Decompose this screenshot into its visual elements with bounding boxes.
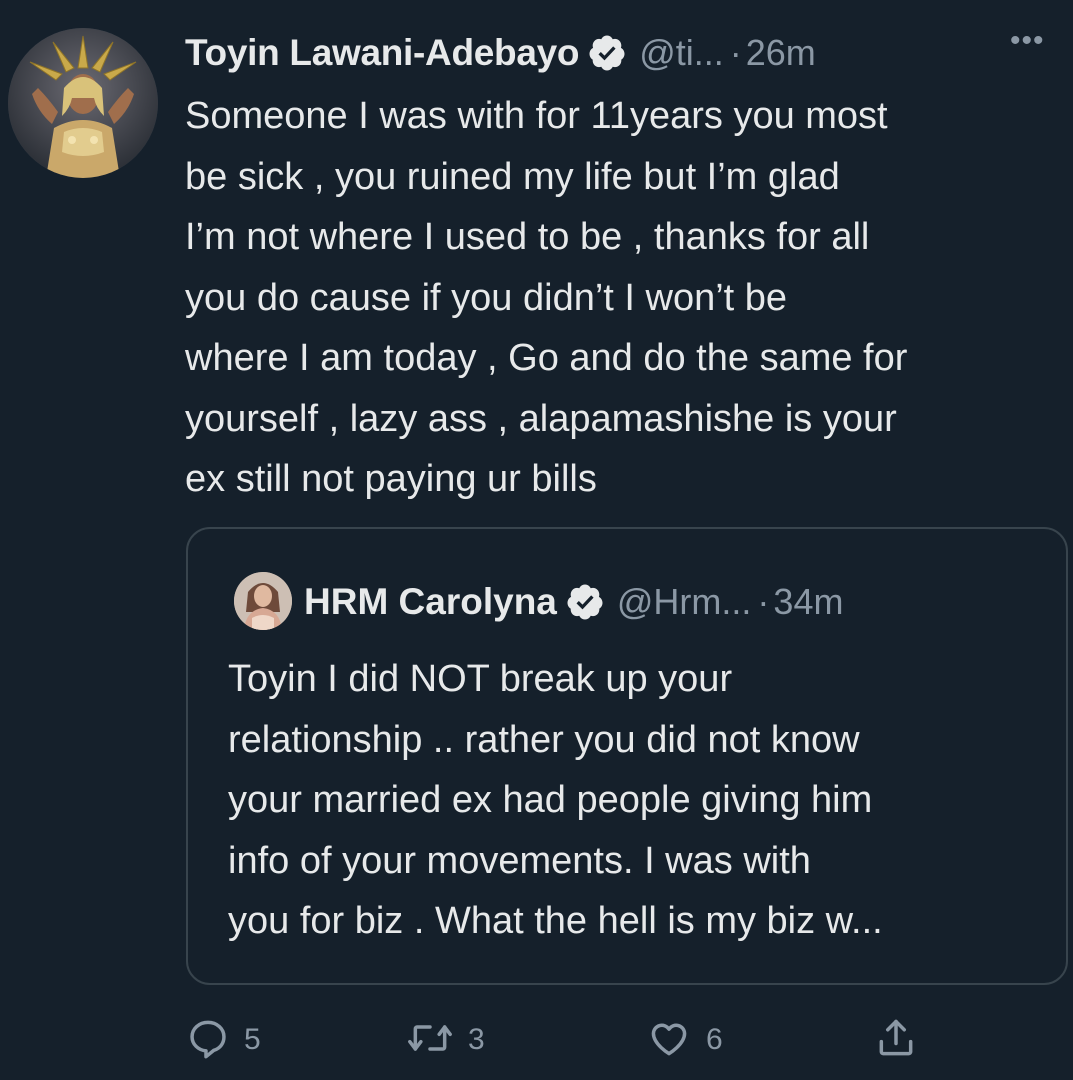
quoted-tweet-text: Toyin I did NOT break up your relationsh… [228,658,883,942]
retweet-button[interactable]: 3 [406,1015,485,1065]
heart-icon [646,1016,692,1065]
quoted-tweet[interactable]: HRM Carolyna @Hrm... · 34m Toyin I did N… [186,527,1068,985]
reply-icon [186,1016,230,1065]
author-avatar[interactable] [8,28,158,178]
like-count: 6 [706,1023,723,1056]
separator-dot: · [729,32,742,73]
share-button[interactable] [874,1015,918,1065]
quoted-tweet-time[interactable]: 34m [773,581,843,623]
tweet-time[interactable]: 26m [746,32,816,74]
author-handle[interactable]: @ti... [639,32,724,74]
share-icon [874,1016,918,1065]
tweet-text: Someone I was with for 11years you most … [185,95,908,500]
verified-badge-icon [587,33,627,73]
reply-count: 5 [244,1023,261,1056]
quoted-author-avatar[interactable] [234,572,292,630]
action-bar: 5 3 6 [186,1015,1046,1065]
retweet-count: 3 [468,1023,485,1056]
quoted-tweet-header: HRM Carolyna @Hrm... · 34m [304,573,843,631]
tweet: Toyin Lawani-Adebayo @ti... · 26m ••• So… [0,0,1073,1080]
verified-badge-icon [565,582,605,622]
separator-dot: · [757,581,770,622]
tweet-header: Toyin Lawani-Adebayo @ti... · 26m [185,24,1073,82]
retweet-icon [406,1016,454,1065]
reply-button[interactable]: 5 [186,1015,261,1065]
like-button[interactable]: 6 [646,1015,723,1065]
quoted-author-name[interactable]: HRM Carolyna [304,581,557,623]
more-icon[interactable]: ••• [1010,24,1045,58]
author-name[interactable]: Toyin Lawani-Adebayo [185,32,580,74]
quoted-author-handle[interactable]: @Hrm... [617,581,752,623]
